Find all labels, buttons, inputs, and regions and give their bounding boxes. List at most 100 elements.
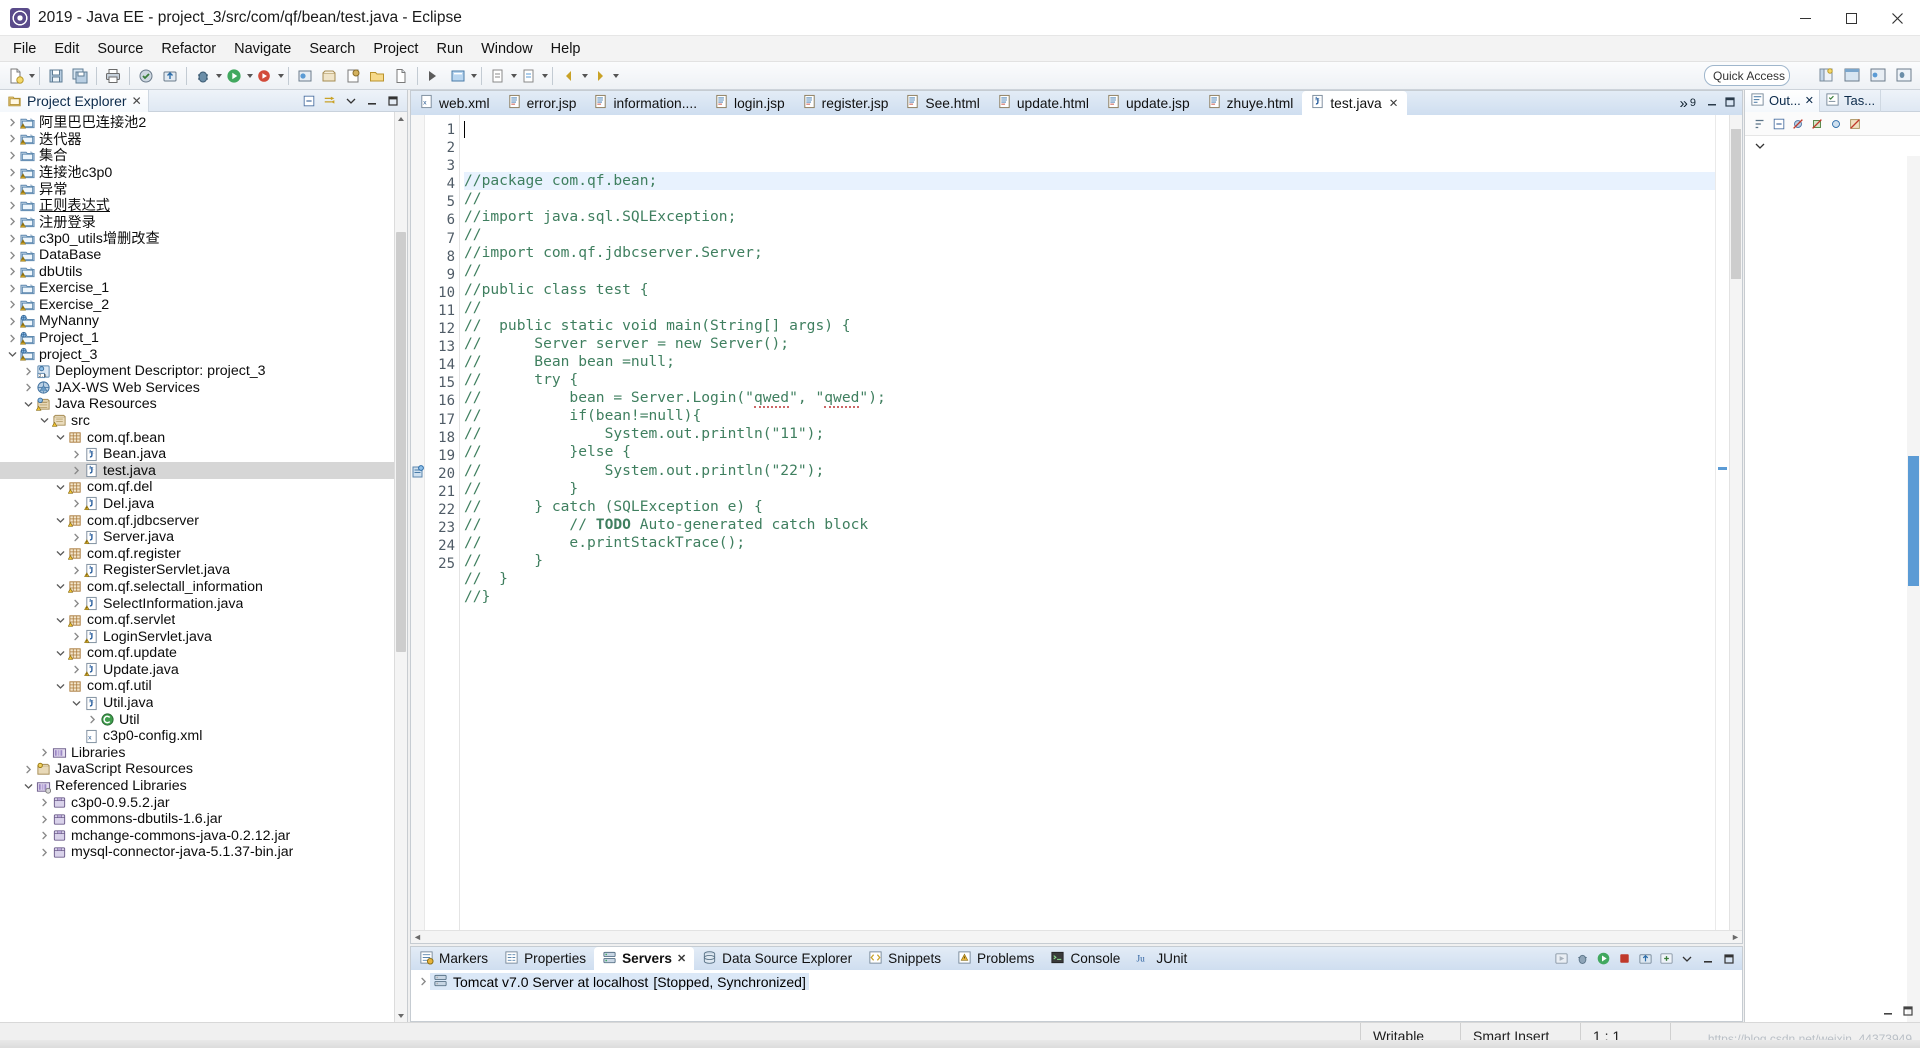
- menu-window[interactable]: Window: [472, 38, 542, 60]
- editor-tab-test-java[interactable]: test.java ✕: [1302, 91, 1408, 115]
- chevron-right-icon[interactable]: [70, 450, 83, 459]
- server-item[interactable]: Tomcat v7.0 Server at localhost [Stopped,…: [411, 973, 1742, 990]
- maximize-icon[interactable]: [1724, 96, 1736, 111]
- close-icon[interactable]: ✕: [132, 94, 142, 108]
- deploy-button[interactable]: [159, 65, 181, 87]
- chevron-down-icon[interactable]: [70, 699, 83, 708]
- new-java-project-button[interactable]: [294, 65, 316, 87]
- scroll-left-icon[interactable]: ◄: [411, 932, 424, 942]
- tree-item[interactable]: com.qf.selectall_information: [0, 579, 394, 596]
- chevron-right-icon[interactable]: [70, 632, 83, 641]
- tree-item[interactable]: Referenced Libraries: [0, 778, 394, 795]
- scroll-up-icon[interactable]: [395, 112, 407, 125]
- chevron-right-icon[interactable]: [6, 267, 19, 276]
- editor-tab-see-html[interactable]: See.html: [897, 91, 988, 115]
- chevron-right-icon[interactable]: [6, 151, 19, 160]
- tree-item[interactable]: Util: [0, 711, 394, 728]
- tree-item[interactable]: commons-dbutils-1.6.jar: [0, 811, 394, 828]
- tree-item[interactable]: com.qf.update: [0, 645, 394, 662]
- chevron-right-icon[interactable]: [38, 815, 51, 824]
- forward-dropdown-caret[interactable]: [613, 73, 619, 78]
- menu-edit[interactable]: Edit: [45, 38, 88, 60]
- new-button[interactable]: [5, 65, 27, 87]
- hide-fields-icon[interactable]: [1789, 115, 1806, 132]
- editor-tab-web-xml[interactable]: x web.xml: [411, 91, 499, 115]
- hide-local-types-icon[interactable]: [1846, 115, 1863, 132]
- tree-item[interactable]: com.qf.servlet: [0, 612, 394, 629]
- tree-item[interactable]: c3p0-0.9.5.2.jar: [0, 794, 394, 811]
- tree-item[interactable]: MyNanny: [0, 313, 394, 330]
- annotation-ruler[interactable]: [411, 115, 425, 930]
- collapse-all-icon[interactable]: [1770, 115, 1787, 132]
- tree-item[interactable]: com.qf.register: [0, 545, 394, 562]
- minimize-icon[interactable]: [363, 92, 381, 110]
- tree-item[interactable]: mysql-connector-java-5.1.37-bin.jar: [0, 844, 394, 861]
- chevron-right-icon[interactable]: [6, 234, 19, 243]
- editor-tab-login-jsp[interactable]: login.jsp: [706, 91, 794, 115]
- link-editor-icon[interactable]: [321, 92, 339, 110]
- code-editor[interactable]: //package com.qf.bean;////import java.sq…: [460, 115, 1715, 930]
- perspective-java-ee-button[interactable]: [1841, 64, 1863, 86]
- editor-tab-overflow[interactable]: » 9: [1674, 91, 1742, 115]
- scrollbar-thumb[interactable]: [396, 232, 406, 652]
- chevron-right-icon[interactable]: [70, 499, 83, 508]
- chevron-down-icon[interactable]: [1751, 138, 1768, 155]
- profile-icon[interactable]: [1594, 950, 1612, 968]
- chevron-down-icon[interactable]: [6, 350, 19, 359]
- chevron-right-icon[interactable]: [38, 848, 51, 857]
- start-icon[interactable]: [1552, 950, 1570, 968]
- next-annotation-caret[interactable]: [511, 73, 517, 78]
- new-package-button[interactable]: [318, 65, 340, 87]
- outline-scrollbar[interactable]: [1907, 156, 1920, 1022]
- stop-icon[interactable]: [1615, 950, 1633, 968]
- editor-tab-register-jsp[interactable]: register.jsp: [794, 91, 898, 115]
- tree-item[interactable]: mchange-commons-java-0.2.12.jar: [0, 828, 394, 845]
- chevron-right-icon[interactable]: [417, 977, 430, 986]
- prev-annotation-caret[interactable]: [542, 73, 548, 78]
- tree-item[interactable]: Del.java: [0, 496, 394, 513]
- chevron-right-icon[interactable]: [6, 184, 19, 193]
- tab-project-explorer[interactable]: Project Explorer ✕: [0, 89, 149, 112]
- open-type-button[interactable]: [423, 65, 445, 87]
- scrollbar-thumb[interactable]: [1731, 129, 1741, 279]
- chevron-down-icon[interactable]: [54, 582, 67, 591]
- bottom-tabbar[interactable]: Markers Properties Servers ✕ Data Source Exp…: [411, 947, 1742, 970]
- new-file-button[interactable]: [390, 65, 412, 87]
- chevron-right-icon[interactable]: [70, 466, 83, 475]
- tree-item[interactable]: Project_1: [0, 330, 394, 347]
- chevron-right-icon[interactable]: [6, 118, 19, 127]
- chevron-right-icon[interactable]: [38, 748, 51, 757]
- outline-tab-out-[interactable]: Out... ✕: [1745, 89, 1821, 112]
- menu-source[interactable]: Source: [88, 38, 152, 60]
- overview-ruler[interactable]: [1715, 115, 1729, 930]
- tree-item[interactable]: RegisterServlet.java: [0, 562, 394, 579]
- chevron-right-icon[interactable]: [6, 284, 19, 293]
- chevron-down-icon[interactable]: [54, 483, 67, 492]
- tree-item[interactable]: Exercise_1: [0, 280, 394, 297]
- chevron-down-icon[interactable]: [54, 516, 67, 525]
- chevron-right-icon[interactable]: [70, 599, 83, 608]
- save-button[interactable]: [45, 65, 67, 87]
- tree-item[interactable]: SelectInformation.java: [0, 595, 394, 612]
- chevron-right-icon[interactable]: [22, 367, 35, 376]
- bottom-tab-properties[interactable]: Properties: [496, 947, 594, 970]
- editor-tab-information-[interactable]: information....: [585, 91, 706, 115]
- menu-file[interactable]: File: [4, 38, 45, 60]
- scroll-down-icon[interactable]: [395, 1009, 407, 1022]
- menu-run[interactable]: Run: [427, 38, 472, 60]
- perspective-java-button[interactable]: [1867, 64, 1889, 86]
- chevron-right-icon[interactable]: [70, 533, 83, 542]
- print-button[interactable]: [102, 65, 124, 87]
- run-dropdown-caret[interactable]: [247, 73, 253, 78]
- chevron-down-icon[interactable]: [54, 616, 67, 625]
- editor-vertical-scrollbar[interactable]: [1729, 115, 1742, 930]
- tree-item[interactable]: Java Resources: [0, 396, 394, 413]
- tree-item[interactable]: DataBase: [0, 247, 394, 264]
- editor-tabbar[interactable]: x web.xml error.jsp information.... login.js…: [411, 91, 1742, 115]
- view-menu-icon[interactable]: [342, 92, 360, 110]
- chevron-right-icon[interactable]: [70, 665, 83, 674]
- tree-item[interactable]: JavaScript Resources: [0, 761, 394, 778]
- chevron-right-icon[interactable]: [6, 134, 19, 143]
- editor-tab-zhuye-html[interactable]: zhuye.html: [1199, 91, 1303, 115]
- new-dropdown-caret[interactable]: [29, 73, 35, 78]
